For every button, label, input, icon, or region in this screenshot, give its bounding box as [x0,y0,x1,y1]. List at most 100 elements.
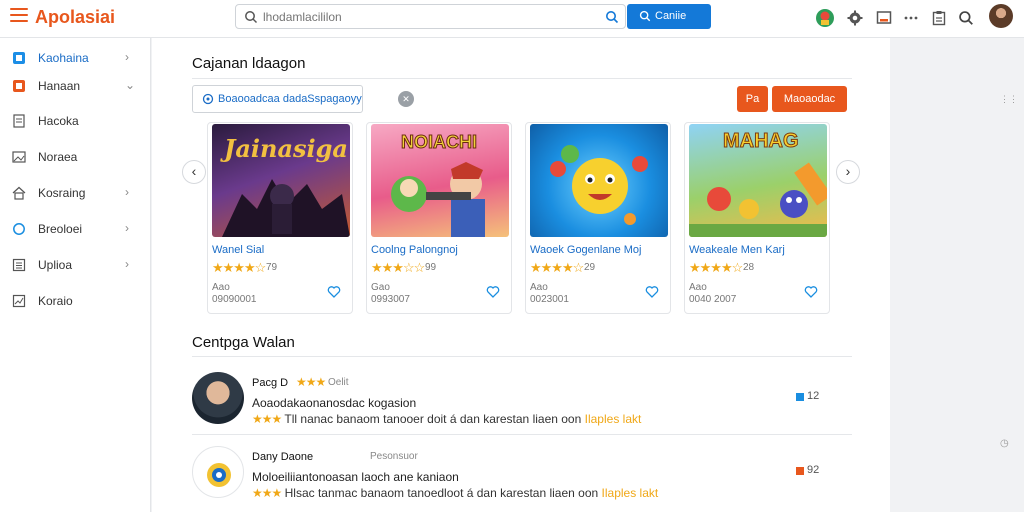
search-input[interactable] [263,8,583,26]
rating-stars: ★★★ [252,412,282,426]
sidebar-item-5[interactable]: Kosraing › [0,179,150,207]
review-count: 12 [807,390,820,402]
chevron-right-icon: › [125,185,129,199]
app-meta: Aao [689,282,707,293]
app-meta: Aao [212,282,230,293]
divider [192,356,852,357]
sidebar-item-4[interactable]: Noraea [0,143,150,171]
sidebar-item-6[interactable]: Breoloei › [0,215,150,243]
circle-icon [13,223,25,235]
reviewer-name[interactable]: Dany Daone [252,451,313,463]
app-meta-secondary: 0040 2007 [689,294,737,305]
rating-count: 79 [266,262,278,273]
search-submit-icon[interactable] [605,10,619,24]
sidebar-item-2[interactable]: Hanaan ⌄ [0,72,150,100]
review-summary: Aoaodakaonanosdac kogasion [252,396,417,410]
app-meta-secondary: 0993007 [371,294,410,305]
rating-stars: ★★★★☆ [530,260,584,275]
game-art: MAHAG [689,124,827,237]
game-art-title: NOIACHI [401,132,478,153]
sidebar-item-label: Uplioa [38,258,73,272]
game-art-title: Jainasiga [224,134,348,163]
app-card[interactable]: Waoek Gogenlane Moj ★★★★☆ 29 Aao 0023001 [525,122,671,314]
reviewer-name[interactable]: Pacg D [252,377,288,389]
rating-stars: ★★★ [252,486,282,500]
sidebar-item-8[interactable]: Koraio [0,287,150,315]
app-brand[interactable]: Apolasiai [35,7,115,28]
filter-dropdown[interactable]: Boaooadcaa dadaSspagaoyy [192,85,363,113]
app-meta: Aao [530,282,548,293]
filter-text: Boaooadcaa dadaSspagaoyy [218,93,362,105]
square-blue-icon [13,52,25,64]
app-meta: Gao [371,282,390,293]
game-art: NOIACHI [371,124,509,237]
clock-icon[interactable]: ◷ [1000,438,1009,449]
divider [192,434,852,435]
favorite-heart-icon[interactable] [486,285,500,299]
reviewer-avatar[interactable] [192,446,244,498]
section-title-apps: Cajanan ldaagon [192,55,306,72]
small-action-button[interactable]: Pa [737,86,768,112]
panel-handle-icon[interactable]: ⋮⋮ [1000,94,1018,105]
review-body: ★★★ Tll nanac banaom tanooer doit á dan … [252,412,641,426]
app-card[interactable]: NOIACHI Coolng Palongnoj ★★★☆☆ 99 Gao 09… [366,122,512,314]
home-icon [12,186,26,200]
review-text: Tll nanac banaom tanooer doit á dan kare… [284,412,582,426]
search-icon [639,10,651,22]
list-icon [12,258,26,272]
sidebar-item-label: Noraea [38,150,78,164]
reviewer-avatar[interactable] [192,372,244,424]
favorite-heart-icon[interactable] [327,285,341,299]
review-item: Pacg D ★★★ Oelit Aoaodakaonanosdac kogas… [192,372,852,434]
search-icon[interactable] [956,8,976,28]
reviewer-badge: Pesonsuor [370,451,418,462]
sidebar-item-7[interactable]: Uplioa › [0,251,150,279]
review-text: Hlsac tanmac banaom tanoedloot á dan kar… [284,486,599,500]
sidebar-item-label: Kosraing [38,186,86,200]
search-button-label: Caniie [655,10,687,22]
app-title: Waoek Gogenlane Moj [530,244,642,256]
chevron-right-icon: › [125,257,129,271]
chart-icon [12,294,26,308]
game-art [530,124,668,237]
clipboard-icon[interactable] [929,8,949,28]
favorite-heart-icon[interactable] [645,285,659,299]
chevron-right-icon: › [125,221,129,235]
more-dots-icon[interactable] [901,8,921,28]
rating-stars: ★★★ [296,375,326,389]
app-card[interactable]: Jainasiga Wanel Sial ★★★★☆ 79 Aao 090900… [207,122,353,314]
carousel-next-button[interactable]: › [836,160,860,184]
review-tag[interactable]: Ilaples lakt [602,486,659,500]
settings-gear-icon[interactable] [845,8,865,28]
carousel-prev-button[interactable]: ‹ [182,160,206,184]
search-icon [245,11,258,24]
section-title-reviews: Centpga Walan [192,334,295,351]
review-tag[interactable]: Ilaples lakt [585,412,642,426]
game-avatar-icon[interactable] [815,8,835,28]
notifications-box-icon[interactable] [874,8,894,28]
rating-count: 99 [425,262,437,273]
hamburger-menu-icon[interactable] [10,8,28,26]
game-art: Jainasiga [212,124,350,237]
app-meta-secondary: 0023001 [530,294,569,305]
user-avatar[interactable] [989,4,1013,28]
rating-stars: ★★★★☆ [212,260,266,275]
rating-stars: ★★★☆☆ [371,260,425,275]
clear-filter-icon[interactable]: ✕ [398,91,414,107]
app-title: Coolng Palongnoj [371,244,458,256]
reviewer-badge: Oelit [328,377,349,388]
sidebar-item-label: Hanaan [38,79,81,93]
app-meta-secondary: 09090001 [212,294,257,305]
sidebar-item-3[interactable]: Hacoka [0,107,150,135]
primary-action-button[interactable]: Maoaodac [772,86,847,112]
rating-count: 29 [584,262,596,273]
favorite-heart-icon[interactable] [804,285,818,299]
app-card[interactable]: MAHAG Weakeale Men Karj ★★★★☆ 28 Aao 004… [684,122,830,314]
sidebar-item-1[interactable]: Kaohaina › [0,44,150,72]
document-icon [13,114,25,128]
helpful-icon[interactable] [795,392,805,402]
sidebar: Kaohaina › Hanaan ⌄ Hacoka Noraea Kosrai… [0,38,151,512]
sidebar-item-label: Koraio [38,294,73,308]
helpful-icon[interactable] [795,466,805,476]
search-button[interactable]: Caniie [627,4,711,29]
